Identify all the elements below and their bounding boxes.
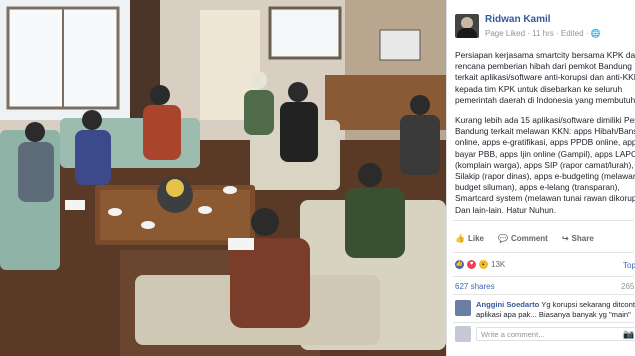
audience-globe-icon: 🌐 bbox=[590, 29, 601, 38]
commenter-name[interactable]: Anggini Soedarto bbox=[476, 300, 539, 309]
divider bbox=[453, 294, 634, 295]
like-reaction-icon: 👍 bbox=[455, 260, 464, 269]
wow-reaction-icon: 😮 bbox=[479, 260, 488, 269]
love-reaction-icon: ♥ bbox=[467, 260, 476, 269]
like-label: Like bbox=[467, 234, 484, 243]
share-button[interactable]: ↪ Share bbox=[562, 234, 594, 243]
post-body: Persiapan kerjasama smartcity bersama KP… bbox=[455, 50, 635, 225]
post-header: Ridwan Kamil Page Liked · 11 hrs · Edite… bbox=[455, 14, 601, 40]
author-avatar[interactable] bbox=[455, 14, 479, 38]
post-paragraph-1: Persiapan kerjasama smartcity bersama KP… bbox=[455, 50, 635, 105]
meeting-photo-illustration bbox=[0, 0, 446, 356]
top-comments-dropdown[interactable]: Top Comments bbox=[623, 261, 635, 270]
comment-text: Anggini Soedarto Yg korupsi sekarang dit… bbox=[476, 300, 635, 320]
comment-label: Comment bbox=[510, 234, 548, 243]
post-paragraph-2: Kurang lebih ada 15 aplikasi/software di… bbox=[455, 115, 635, 215]
comment-line-2: aplikasi apa pak... Biasanya banyak yg "… bbox=[476, 310, 631, 319]
divider bbox=[453, 276, 634, 277]
post-meta: Page Liked · 11 hrs · Edited · 🌐 bbox=[485, 28, 601, 40]
comment-item: Anggini Soedarto Yg korupsi sekarang dit… bbox=[455, 300, 635, 320]
thumbs-up-icon: 👍 bbox=[455, 234, 465, 243]
comment-icon: 💬 bbox=[497, 234, 508, 243]
post-photo[interactable] bbox=[0, 0, 446, 356]
post-details-panel: Ridwan Kamil Page Liked · 11 hrs · Edite… bbox=[446, 0, 635, 356]
comment-count[interactable]: 265 comments bbox=[621, 282, 635, 291]
comment-line-1: Yg korupsi sekarang ditcontrol via bbox=[541, 300, 635, 309]
post-meta-text: Page Liked · 11 hrs · Edited · bbox=[485, 29, 591, 38]
comment-input[interactable]: Write a comment... bbox=[476, 327, 635, 341]
divider bbox=[453, 252, 634, 253]
divider bbox=[453, 220, 634, 221]
post-actions: 👍 Like 💬 Comment ↪ Share bbox=[455, 234, 594, 243]
viewer-avatar bbox=[455, 326, 471, 342]
reaction-count: 13K bbox=[491, 260, 506, 269]
reaction-summary[interactable]: 👍 ♥ 😮 13K bbox=[455, 260, 505, 269]
commenter-avatar[interactable] bbox=[455, 300, 471, 316]
share-icon: ↪ bbox=[561, 234, 569, 243]
share-label: Share bbox=[571, 234, 594, 243]
like-button[interactable]: 👍 Like bbox=[455, 234, 484, 243]
camera-icon[interactable]: 📷 bbox=[623, 329, 634, 340]
author-name[interactable]: Ridwan Kamil bbox=[485, 14, 601, 26]
write-comment-row: Write a comment... bbox=[455, 326, 635, 342]
comment-button[interactable]: 💬 Comment bbox=[498, 234, 548, 243]
share-count[interactable]: 627 shares bbox=[455, 282, 495, 291]
divider bbox=[453, 322, 634, 323]
